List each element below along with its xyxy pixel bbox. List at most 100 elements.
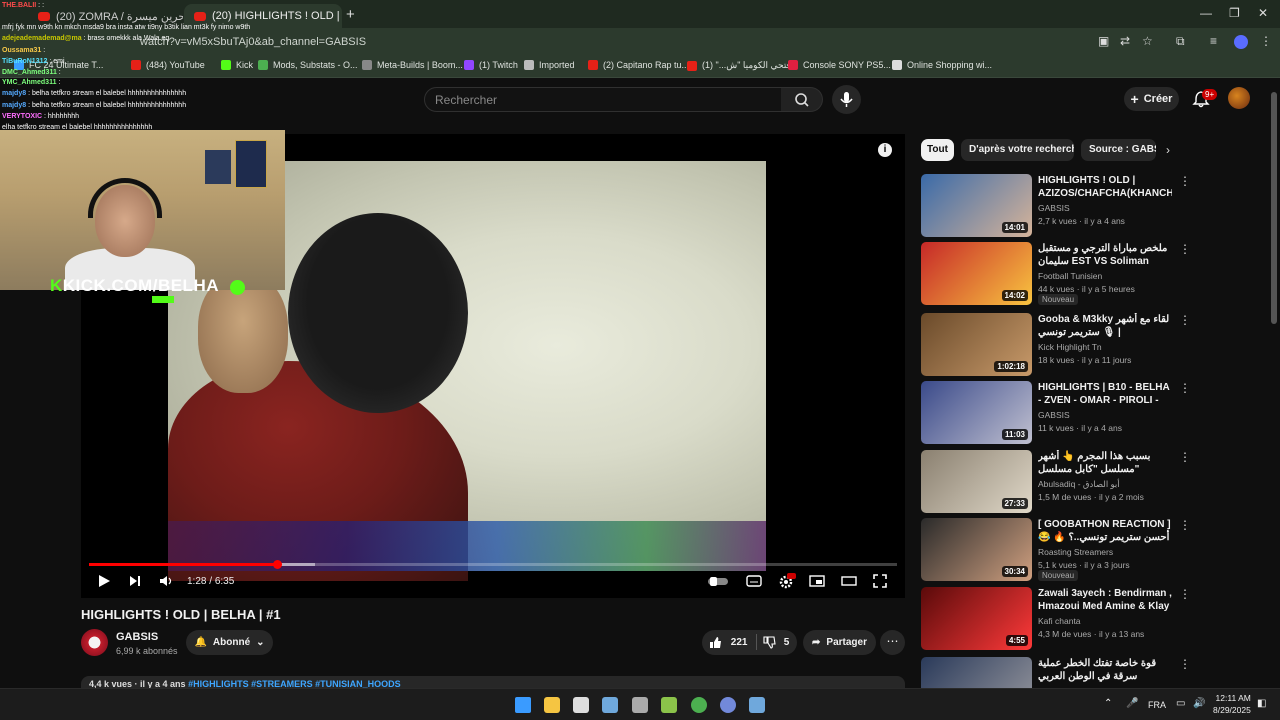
- install-icon[interactable]: ▣: [1098, 34, 1109, 48]
- video-thumbnail[interactable]: 1:02:18: [921, 313, 1032, 376]
- recommendation-item[interactable]: 14:02 ملخص مباراة الترجي و مستقبل سليمان …: [921, 242, 1191, 306]
- search-button[interactable]: [781, 87, 823, 112]
- video-thumbnail[interactable]: 11:03: [921, 381, 1032, 444]
- recommendation-channel[interactable]: Kafi chanta: [1038, 616, 1081, 626]
- settings-gear-icon[interactable]: [778, 572, 796, 590]
- store-icon[interactable]: [573, 697, 589, 713]
- new-tab-button[interactable]: +: [346, 6, 355, 23]
- kebab-menu-icon[interactable]: ⋮: [1179, 242, 1191, 256]
- fullscreen-icon[interactable]: [873, 574, 887, 588]
- kebab-menu-icon[interactable]: ⋮: [1179, 657, 1191, 671]
- bookmark-1[interactable]: (484) YouTube: [131, 60, 205, 70]
- more-actions-icon[interactable]: ⋯: [880, 630, 905, 655]
- media-icon[interactable]: ≡: [1210, 34, 1217, 48]
- recommendation-item[interactable]: 11:03 HIGHLIGHTS | B10 - BELHA - ZVEN - O…: [921, 381, 1191, 445]
- recommendation-item[interactable]: 14:01 HIGHLIGHTS ! OLD | AZIZOS/CHAFCHA(K…: [921, 174, 1191, 238]
- user-avatar[interactable]: [1228, 87, 1250, 109]
- menu-icon[interactable]: ⋮: [1260, 34, 1272, 48]
- bookmark-9[interactable]: Console SONY PS5...: [788, 60, 891, 70]
- obs-icon[interactable]: [632, 697, 648, 713]
- chevron-right-icon[interactable]: ›: [1166, 143, 1170, 157]
- like-button[interactable]: 221: [709, 636, 747, 649]
- next-icon[interactable]: [128, 574, 142, 588]
- chip-all[interactable]: Tout: [921, 139, 954, 161]
- recommendation-channel[interactable]: Kick Highlight Tn: [1038, 342, 1102, 352]
- play-icon[interactable]: [97, 574, 111, 588]
- share-button[interactable]: ➦ Partager: [803, 630, 876, 655]
- progress-bar[interactable]: [89, 560, 897, 569]
- speaker-icon[interactable]: 🔊: [1193, 698, 1205, 709]
- recommendation-title[interactable]: HIGHLIGHTS | B10 - BELHA - ZVEN - OMAR -…: [1038, 381, 1172, 408]
- url-field[interactable]: watch?v=vM5xSbuTAj0&ab_channel=GABSIS: [60, 33, 1080, 51]
- bookmark-8[interactable]: فتحي الكوميا "ش..." (1): [687, 60, 791, 71]
- bookmark-10[interactable]: Online Shopping wi...: [892, 60, 992, 70]
- kebab-menu-icon[interactable]: ⋮: [1179, 313, 1191, 327]
- profile-icon[interactable]: [1234, 35, 1248, 49]
- kebab-menu-icon[interactable]: ⋮: [1179, 518, 1191, 532]
- subscribed-button[interactable]: 🔔 Abonné ⌄: [186, 630, 273, 655]
- video-thumbnail[interactable]: 14:01: [921, 174, 1032, 237]
- bookmark-6[interactable]: Imported: [524, 60, 575, 70]
- bookmark-5[interactable]: (1) Twitch: [464, 60, 518, 70]
- recommendation-title[interactable]: قوة خاصة تفتك الخطر عملية سرقة في الوطن …: [1038, 657, 1172, 683]
- bookmark-star-icon[interactable]: ☆: [1142, 34, 1153, 48]
- tray-chevron-icon[interactable]: ⌃: [1104, 698, 1112, 709]
- voice-search-button[interactable]: [832, 85, 861, 114]
- description-box[interactable]: 4,4 k vues · il y a 4 ans #HIGHLIGHTS #S…: [81, 676, 905, 688]
- recommendation-channel[interactable]: GABSIS: [1038, 203, 1070, 213]
- extensions-icon[interactable]: ⧉: [1176, 34, 1185, 49]
- steam-alt-icon[interactable]: [749, 697, 765, 713]
- steam-icon[interactable]: [602, 697, 618, 713]
- recommendation-title[interactable]: HIGHLIGHTS ! OLD | AZIZOS/CHAFCHA(KHANCH…: [1038, 174, 1172, 200]
- language-indicator[interactable]: FRA: [1148, 700, 1166, 710]
- minimize-icon[interactable]: —: [1200, 6, 1212, 20]
- kebab-menu-icon[interactable]: ⋮: [1179, 587, 1191, 601]
- xbox-icon[interactable]: [661, 697, 677, 713]
- bookmark-2[interactable]: Kick: [221, 60, 253, 70]
- channel-name[interactable]: GABSIS: [116, 631, 158, 643]
- mic-tray-icon[interactable]: 🎤: [1126, 698, 1138, 709]
- autoplay-toggle-icon[interactable]: [708, 576, 730, 586]
- clock[interactable]: 12:11 AM 8/29/2025: [1213, 692, 1251, 716]
- video-thumbnail[interactable]: 14:02: [921, 242, 1032, 305]
- theater-mode-icon[interactable]: [841, 574, 857, 588]
- description-tags[interactable]: #HIGHLIGHTS #STREAMERS #TUNISIAN_HOODS: [188, 679, 401, 688]
- bookmark-4[interactable]: Meta-Builds | Boom...: [362, 60, 463, 70]
- recommendation-item[interactable]: 27:33 بسبب هذا المجرم 👆 أشهر مسلسل "كابل …: [921, 450, 1191, 514]
- recommendation-channel[interactable]: Abulsadiq - أبو الصادق: [1038, 479, 1120, 490]
- bookmark-3[interactable]: Mods, Substats - O...: [258, 60, 358, 70]
- kebab-menu-icon[interactable]: ⋮: [1179, 450, 1191, 464]
- scrollbar[interactable]: [1271, 92, 1277, 324]
- close-window-icon[interactable]: ✕: [1258, 6, 1268, 20]
- kebab-menu-icon[interactable]: ⋮: [1179, 174, 1191, 188]
- recommendation-channel[interactable]: Roasting Streamers: [1038, 547, 1113, 557]
- miniplayer-icon[interactable]: [809, 574, 825, 588]
- create-button[interactable]: + Créer: [1124, 87, 1179, 111]
- kebab-menu-icon[interactable]: ⋮: [1179, 381, 1191, 395]
- info-icon[interactable]: i: [878, 143, 892, 157]
- recommendation-title[interactable]: Gooba & M3kky لقاء مع أشهر | 🎙 ستريمر تو…: [1038, 313, 1172, 339]
- file-explorer-icon[interactable]: [544, 697, 560, 713]
- recommendation-item[interactable]: 30:34 [ GOOBATHON REACTION ] 😂 🔥 أحسن ستر…: [921, 518, 1191, 582]
- recommendation-channel[interactable]: Football Tunisien: [1038, 271, 1102, 281]
- recommendation-title[interactable]: ملخص مباراة الترجي و مستقبل سليمان EST V…: [1038, 242, 1172, 268]
- discord-icon[interactable]: [720, 697, 736, 713]
- chrome-icon[interactable]: [691, 697, 707, 713]
- subtitles-icon[interactable]: [746, 574, 762, 588]
- video-thumbnail[interactable]: 30:34: [921, 518, 1032, 581]
- chip-source[interactable]: Source : GABSIS: [1081, 139, 1156, 161]
- bookmark-7[interactable]: (2) Capitano Rap tu...: [588, 60, 689, 70]
- translate-icon[interactable]: ⇄: [1120, 34, 1130, 48]
- search-input[interactable]: Rechercher: [424, 87, 782, 112]
- recommendation-title[interactable]: Zawali 3ayech : Bendirman , Hmazoui Med …: [1038, 587, 1172, 614]
- recommendation-title[interactable]: [ GOOBATHON REACTION ] 😂 🔥 أحسن ستريمر ت…: [1038, 518, 1172, 545]
- network-icon[interactable]: ▭: [1176, 698, 1185, 709]
- dislike-button[interactable]: 5: [763, 636, 789, 649]
- recommendation-title[interactable]: بسبب هذا المجرم 👆 أشهر مسلسل "كابل مسلسل…: [1038, 450, 1172, 476]
- recommendation-item[interactable]: قوة خاصة تفتك الخطر عملية سرقة في الوطن …: [921, 657, 1191, 720]
- volume-icon[interactable]: [159, 574, 173, 588]
- video-thumbnail[interactable]: 4:55: [921, 587, 1032, 650]
- recommendation-item[interactable]: 1:02:18 Gooba & M3kky لقاء مع أشهر | 🎙 ست…: [921, 313, 1191, 377]
- recommendation-item[interactable]: 4:55 Zawali 3ayech : Bendirman , Hmazoui …: [921, 587, 1191, 651]
- recommendation-channel[interactable]: GABSIS: [1038, 410, 1070, 420]
